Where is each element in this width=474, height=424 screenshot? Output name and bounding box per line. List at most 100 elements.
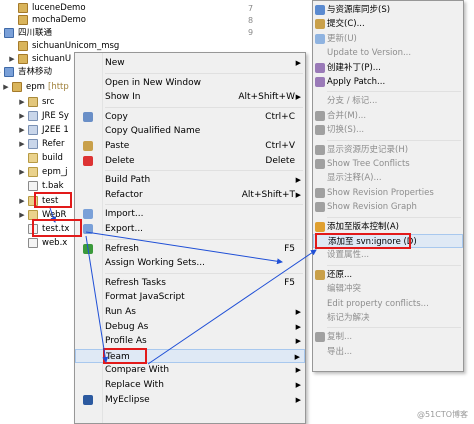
expand-toggle-icon[interactable]: ▶ <box>18 209 26 221</box>
team-menu-item-update-to-version[interactable]: Update to Version... <box>313 46 463 60</box>
folder-icon <box>28 153 38 163</box>
team-menu-item-show-revision-graph[interactable]: Show Revision Graph <box>313 200 463 214</box>
synchronize-icon <box>315 5 325 15</box>
expand-toggle-icon[interactable]: ▶ <box>18 96 26 108</box>
menu-item-label: Show Revision Graph <box>327 202 417 213</box>
menu-item-label: New <box>105 58 125 68</box>
tree-item[interactable]: ▶ 四川联通 <box>0 27 100 39</box>
expand-toggle-icon[interactable]: ▶ <box>8 53 16 65</box>
menu-item-build-path[interactable]: Build Path ▶ <box>75 173 305 188</box>
team-menu-item[interactable]: 导出... <box>313 345 463 359</box>
team-menu-item[interactable]: 设置属性... <box>313 248 463 262</box>
merge-icon <box>315 110 325 121</box>
team-menu-item-h[interactable]: 显示资源历史记录(H) <box>313 143 463 157</box>
expand-toggle-icon[interactable]: ▶ <box>18 195 26 207</box>
tree-conflicts-icon <box>315 159 325 169</box>
context-menu: New ▶ Open in New Window Show In Alt+Shift+W… <box>74 52 306 424</box>
team-menu-item-u[interactable]: 更新(U) <box>313 32 463 46</box>
add-icon <box>315 221 325 232</box>
team-menu-item[interactable]: 标记为解决 <box>313 311 463 325</box>
menu-item-paste[interactable]: Paste Ctrl+V <box>75 139 305 154</box>
revision-properties-icon <box>315 187 325 198</box>
switch-icon <box>315 125 325 136</box>
menu-item-format-javascript[interactable]: Format JavaScript <box>75 290 305 305</box>
menu-item-delete[interactable]: Delete Delete <box>75 154 305 169</box>
menu-item-debug-as[interactable]: Debug As ▶ <box>75 320 305 335</box>
menu-item-profile-as[interactable]: Profile As ▶ <box>75 334 305 349</box>
menu-item-refactor[interactable]: Refactor Alt+Shift+T ▶ <box>75 188 305 203</box>
menu-item-label: 切换(S)... <box>327 125 365 136</box>
expand-toggle-icon[interactable]: ▶ <box>0 66 2 78</box>
menu-item-refresh-tasks[interactable]: Refresh Tasks F5 <box>75 276 305 291</box>
team-menu-item-m[interactable]: 合并(M)... <box>313 109 463 123</box>
expand-toggle-icon[interactable]: ▶ <box>2 81 10 93</box>
menu-item-open-in-new-window[interactable]: Open in New Window <box>75 76 305 91</box>
menu-item-export[interactable]: Export... <box>75 222 305 237</box>
tree-item-label: 吉林移动 <box>18 67 53 77</box>
tree-item-label: epm_j <box>42 167 68 177</box>
team-menu-item[interactable]: 还原... <box>313 268 463 282</box>
menu-item-myeclipse[interactable]: MyEclipse ▶ <box>75 393 305 408</box>
export-icon <box>83 224 93 234</box>
tree-item-label: t.bak <box>42 181 64 191</box>
team-menu-item-a[interactable]: 显示注释(A)... <box>313 171 463 185</box>
tree-item-label: sichuanU <box>32 54 72 64</box>
menu-item-assign-working-sets[interactable]: Assign Working Sets... <box>75 256 305 271</box>
tree-item[interactable]: sichuanUnicom_msg <box>0 40 119 52</box>
menu-item-label: Compare With <box>105 365 170 376</box>
menu-item-label: Refresh Tasks <box>105 277 166 288</box>
menu-item-label: 与资源库同步(S) <box>327 5 391 15</box>
menu-item-label: 显示注释(A)... <box>327 173 382 184</box>
expand-toggle-icon[interactable]: ▶ <box>18 138 26 150</box>
menu-item-shortcut: Ctrl+V <box>265 141 295 151</box>
expand-toggle-icon[interactable]: ▶ <box>18 166 26 178</box>
menu-item-label: MyEclipse <box>105 394 150 405</box>
menu-item-new[interactable]: New ▶ <box>75 56 305 71</box>
team-menu-item-a[interactable]: 添加至版本控制(A) <box>313 220 463 234</box>
team-menu-item[interactable]: 复制... <box>313 330 463 344</box>
menu-item-copy-qualified-name[interactable]: Copy Qualified Name <box>75 124 305 139</box>
menu-item-label: Assign Working Sets... <box>105 258 205 269</box>
tree-item-label: src <box>42 97 55 107</box>
menu-separator <box>327 139 461 141</box>
menu-item-label: 创建补丁(P)... <box>327 62 381 73</box>
highlight-box-test-txt <box>32 219 82 237</box>
myeclipse-icon <box>83 394 93 405</box>
import-icon <box>83 209 93 220</box>
expand-toggle-icon[interactable]: ▶ <box>18 124 26 136</box>
team-menu-item-edit-property-conflicts[interactable]: Edit property conflicts... <box>313 297 463 311</box>
menu-item-label: Open in New Window <box>105 77 201 88</box>
menu-item-run-as[interactable]: Run As ▶ <box>75 305 305 320</box>
team-menu-item-apply-patch[interactable]: Apply Patch... <box>313 75 463 89</box>
menu-item-label: Build Path <box>105 175 151 186</box>
team-menu-item-show-revision-properties[interactable]: Show Revision Properties <box>313 186 463 200</box>
highlight-box-team <box>103 347 147 365</box>
menu-item-replace-with[interactable]: Replace With ▶ <box>75 378 305 393</box>
team-menu-item-p[interactable]: 创建补丁(P)... <box>313 61 463 75</box>
tree-item[interactable]: mochaDemo <box>0 14 100 26</box>
menu-separator <box>105 72 303 74</box>
team-menu-item-s[interactable]: 切换(S)... <box>313 123 463 137</box>
menu-item-label: 复制... <box>327 332 353 343</box>
team-menu-item-s[interactable]: 与资源库同步(S) <box>313 3 463 17</box>
menu-item-label: Profile As <box>105 336 147 347</box>
team-menu-item[interactable]: 编辑冲突 <box>313 282 463 296</box>
team-menu-item-show-tree-conflicts[interactable]: Show Tree Conflicts <box>313 157 463 171</box>
package-icon <box>28 97 38 107</box>
expand-toggle-icon[interactable]: ▶ <box>0 27 2 39</box>
menu-separator <box>105 204 303 206</box>
menu-item-import[interactable]: Import... <box>75 207 305 222</box>
paste-icon <box>83 141 93 151</box>
team-menu-item[interactable]: 分支 / 标记... <box>313 94 463 108</box>
menu-item-label: Apply Patch... <box>327 77 386 87</box>
expand-toggle-icon[interactable]: ▶ <box>18 110 26 122</box>
menu-item-compare-with[interactable]: Compare With ▶ <box>75 363 305 378</box>
tree-item[interactable]: luceneDemo <box>0 2 100 14</box>
team-menu-item-c[interactable]: 提交(C)... <box>313 17 463 31</box>
menu-item-refresh[interactable]: Refresh F5 <box>75 242 305 257</box>
menu-item-copy[interactable]: Copy Ctrl+C <box>75 110 305 125</box>
menu-item-show-in[interactable]: Show In Alt+Shift+W ▶ <box>75 90 305 105</box>
highlight-box-svn-ignore <box>315 233 411 250</box>
working-set-icon <box>4 67 14 77</box>
menu-item-label: Show Revision Properties <box>327 187 434 198</box>
